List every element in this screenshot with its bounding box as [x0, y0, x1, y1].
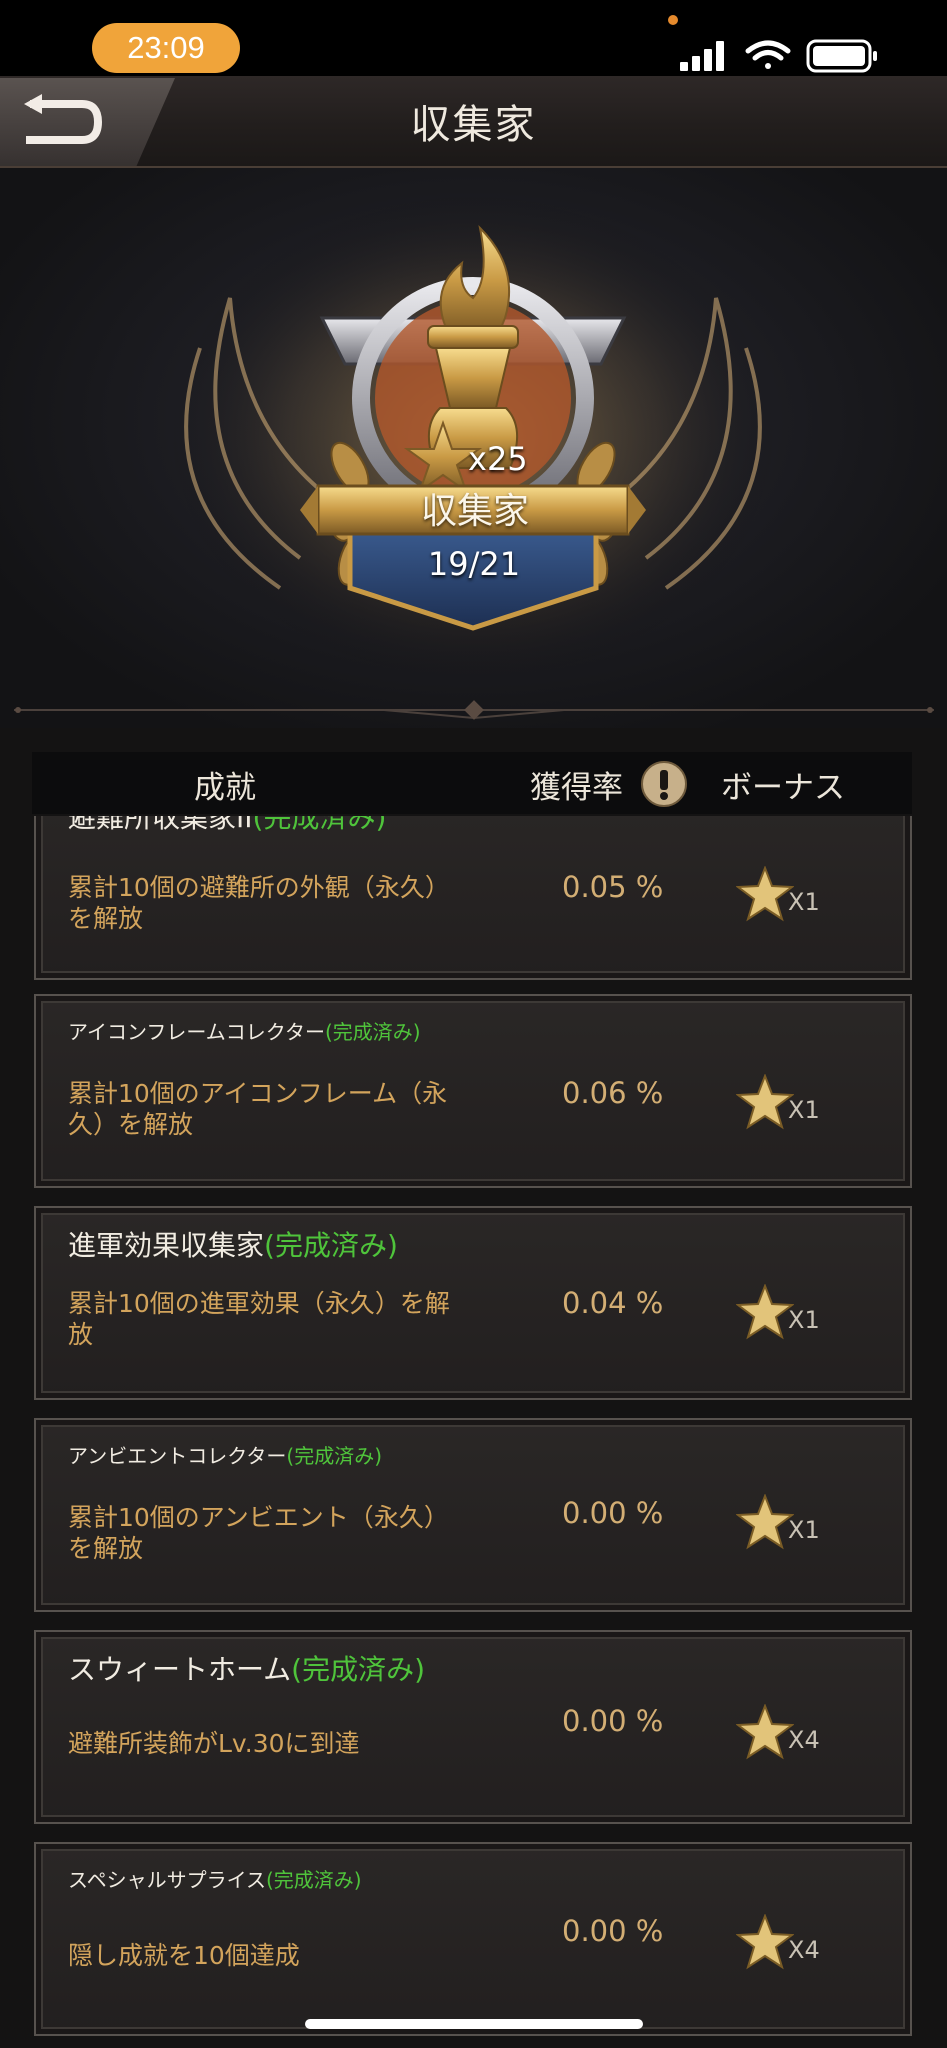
emblem-progress: 19/21 [427, 545, 521, 583]
achievement-description: 累計10個の進軍効果（永久）を解放 [68, 1289, 450, 1349]
achievement-card[interactable]: 進軍効果収集家(完成済み) 累計10個の進軍効果（永久）を解放 0.04 % X… [34, 1206, 912, 1400]
star-icon [736, 1284, 794, 1340]
star-icon [736, 1914, 794, 1970]
achievement-description: 累計10個のアイコンフレーム（永 久）を解放 [68, 1079, 448, 1139]
bonus-multiplier: X1 [788, 1516, 820, 1544]
achievement-name: 避難所収集家II(完成済み) [68, 816, 387, 834]
bonus-multiplier: X4 [788, 1726, 820, 1754]
achievement-name: スウィートホーム(完成済み) [68, 1653, 426, 1686]
achievement-description: 累計10個のアンビエント（永久） を解放 [68, 1503, 449, 1563]
section-divider [14, 700, 934, 720]
home-indicator[interactable] [305, 2019, 643, 2029]
bonus-multiplier: X1 [788, 888, 820, 916]
star-icon [736, 866, 794, 922]
column-bonus-label: ボーナス [721, 770, 845, 806]
achievement-name: アンビエントコレクター(完成済み) [68, 1444, 383, 1468]
achievement-rate: 0.06 % [562, 1076, 664, 1110]
achievement-name: スペシャルサプライス(完成済み) [68, 1868, 362, 1892]
achievement-card[interactable]: スペシャルサプライス(完成済み) 隠し成就を10個達成 0.00 % X4 [34, 1842, 912, 2036]
column-achievement-label: 成就 [194, 770, 256, 806]
achievement-rate: 0.05 % [562, 870, 664, 904]
bonus-multiplier: X1 [788, 1306, 820, 1334]
emblem-title: 収集家 [420, 491, 529, 532]
achievement-card[interactable]: アイコンフレームコレクター(完成済み) 累計10個のアイコンフレーム（永 久）を解… [34, 994, 912, 1188]
star-icon [736, 1494, 794, 1550]
achievement-description: 隠し成就を10個達成 [68, 1941, 300, 1970]
achievement-rate: 0.00 % [562, 1496, 664, 1530]
bonus-multiplier: X1 [788, 1096, 820, 1124]
bonus-multiplier: X4 [788, 1936, 820, 1964]
achievement-card[interactable]: アンビエントコレクター(完成済み) 累計10個のアンビエント（永久） を解放 0.… [34, 1418, 912, 1612]
achievement-name: アイコンフレームコレクター(完成済み) [68, 1020, 421, 1044]
status-icons [680, 39, 877, 73]
achievement-rate: 0.04 % [562, 1286, 664, 1320]
achievement-description: 累計10個の避難所の外観（永久） を解放 [68, 873, 450, 933]
info-icon[interactable] [640, 760, 688, 808]
achievement-card[interactable]: スウィートホーム(完成済み) 避難所装飾がLv.30に到達 0.00 % X4 [34, 1630, 912, 1824]
page-title: 収集家 [410, 102, 537, 148]
wifi-icon [745, 40, 791, 69]
status-bar: 23:09 [0, 0, 947, 76]
star-icon [736, 1074, 794, 1130]
star-icon [736, 1704, 794, 1760]
emblem-star-count: x25 [468, 440, 528, 478]
achievement-name: 進軍効果収集家(完成済み) [68, 1229, 398, 1262]
achievement-description: 避難所装飾がLv.30に到達 [68, 1729, 360, 1758]
status-time: 23:09 [92, 23, 240, 73]
signal-icon [680, 41, 724, 71]
achievement-rate: 0.00 % [562, 1914, 664, 1948]
column-rate-label: 獲得率 [530, 770, 623, 806]
battery-icon [806, 39, 877, 73]
camera-indicator-dot [668, 15, 678, 25]
achievement-rate: 0.00 % [562, 1704, 664, 1738]
achievement-list[interactable]: 避難所収集家II(完成済み) 累計10個の避難所の外観（永久） を解放 0.05 … [0, 816, 947, 2048]
achievement-card[interactable]: 避難所収集家II(完成済み) 累計10個の避難所の外観（永久） を解放 0.05 … [34, 816, 912, 980]
